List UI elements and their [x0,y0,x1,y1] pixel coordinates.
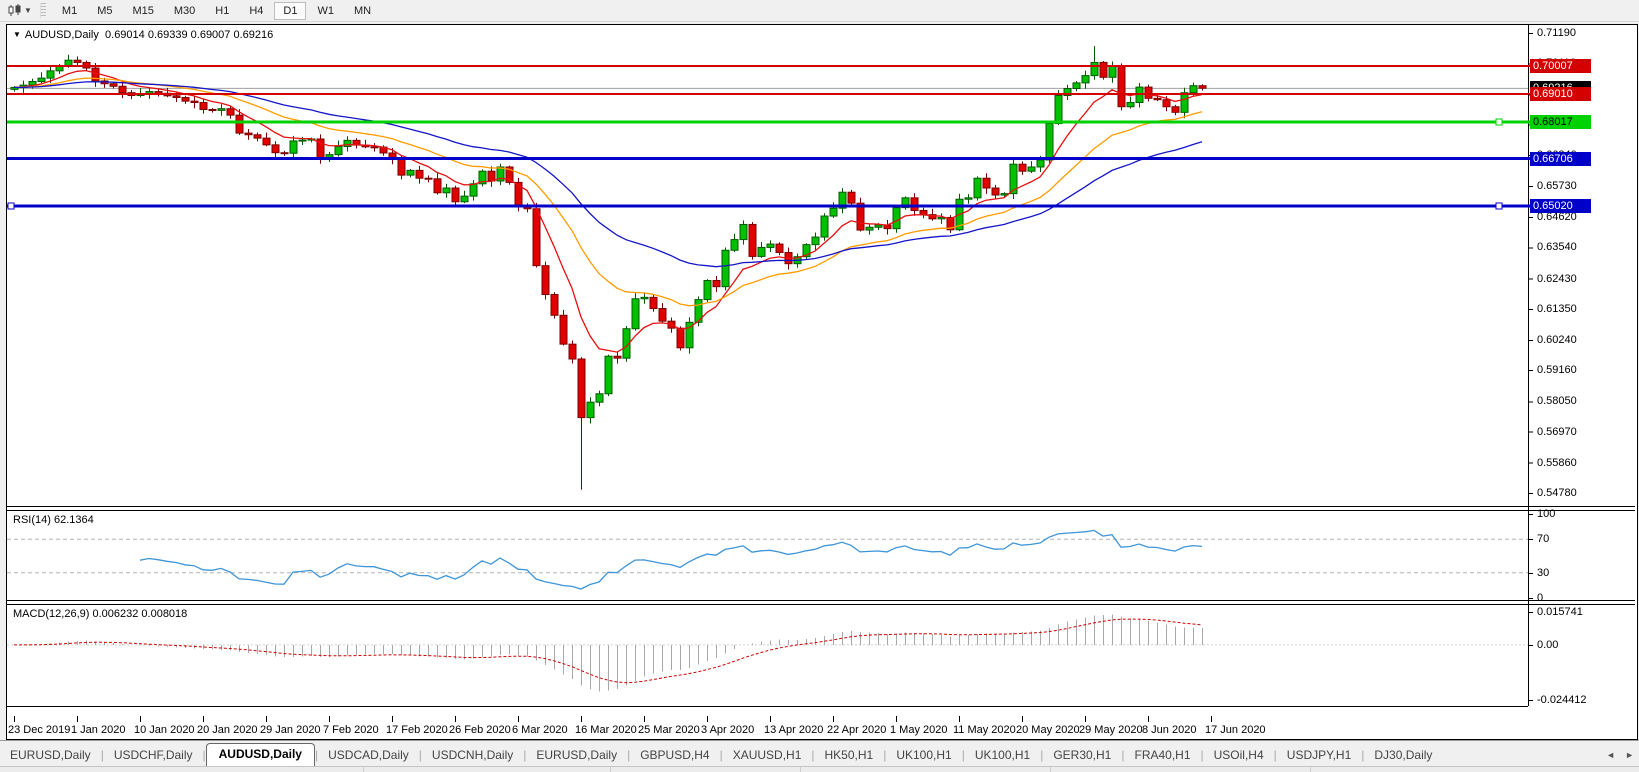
chart-title-row: ▼ AUDUSD,Daily 0.69014 0.69339 0.69007 0.… [13,29,273,41]
timeframe-button-d1[interactable]: D1 [274,1,307,20]
tab-usdcad-daily[interactable]: USDCAD,Daily [318,745,419,766]
chart-type-dropdown[interactable]: ▼ [3,2,36,19]
tab-scroll-right-icon[interactable]: ► [1620,750,1639,766]
timeframe-button-mn[interactable]: MN [345,2,380,20]
tab-gbpusd-h4[interactable]: GBPUSD,H4 [630,745,719,766]
status-bar [0,766,1639,772]
trading-terminal-window: ▼ M1 M5 M15 M30 H1 H4 D1 W1 MN 23 Dec 2019 1 Jan … [0,0,1639,772]
timeframe-button-m30[interactable]: M30 [165,2,204,20]
timeframe-button-h1[interactable]: H1 [206,2,238,20]
tab-usdchf-daily[interactable]: USDCHF,Daily [104,745,203,766]
tab-hk50-h1[interactable]: HK50,H1 [815,745,884,766]
status-bar-separator [800,767,801,772]
status-bar-separator [610,767,611,772]
symbol-dropdown-icon[interactable]: ▼ [13,30,21,39]
tab-uk100-h1[interactable]: UK100,H1 [965,745,1040,766]
tab-xauusd-h1[interactable]: XAUUSD,H1 [723,745,812,766]
timeframe-button-m5[interactable]: M5 [88,2,121,20]
candlestick-icon [8,4,21,16]
tab-usdjpy-h1[interactable]: USDJPY,H1 [1277,745,1361,766]
timeframe-button-h4[interactable]: H4 [240,2,272,20]
tab-audusd-daily[interactable]: AUDUSD,Daily [205,743,315,766]
chart-window[interactable] [6,24,1638,740]
tab-eurusd-daily[interactable]: EURUSD,Daily [526,745,627,766]
tab-eurusd-daily[interactable]: EURUSD,Daily [0,745,101,766]
tab-ger30-h1[interactable]: GER30,H1 [1043,745,1121,766]
status-bar-separator [1310,767,1311,772]
macd-label: MACD(12,26,9) 0.006232 0.008018 [13,608,188,620]
toolbar-grip [39,3,46,18]
tab-usoil-h4[interactable]: USOil,H4 [1204,745,1274,766]
tab-usdcnh-daily[interactable]: USDCNH,Daily [422,745,523,766]
tab-scroll-left-icon[interactable]: ◄ [1601,750,1620,766]
chart-tab-bar: EURUSD,Daily | USDCHF,Daily | AUDUSD,Daily | U… [0,740,1639,766]
timeframe-button-w1[interactable]: W1 [308,2,343,20]
status-bar-separator [1050,767,1051,772]
timeframe-toolbar: ▼ M1 M5 M15 M30 H1 H4 D1 W1 MN [0,0,1639,22]
chevron-down-icon: ▼ [24,6,32,15]
tab-uk100-h1[interactable]: UK100,H1 [886,745,961,766]
chart-ohlc-values: 0.69014 0.69339 0.69007 0.69216 [105,29,274,41]
timeframe-buttons: M1 M5 M15 M30 H1 H4 D1 W1 MN [52,0,381,21]
timeframe-button-m15[interactable]: M15 [123,2,162,20]
tab-fra40-h1[interactable]: FRA40,H1 [1124,745,1200,766]
tab-dj30-daily[interactable]: DJ30,Daily [1364,745,1442,766]
rsi-label: RSI(14) 62.1364 [13,514,94,526]
timeframe-button-m1[interactable]: M1 [53,2,86,20]
status-bar-separator [363,767,364,772]
chart-title: AUDUSD,Daily [24,29,99,41]
